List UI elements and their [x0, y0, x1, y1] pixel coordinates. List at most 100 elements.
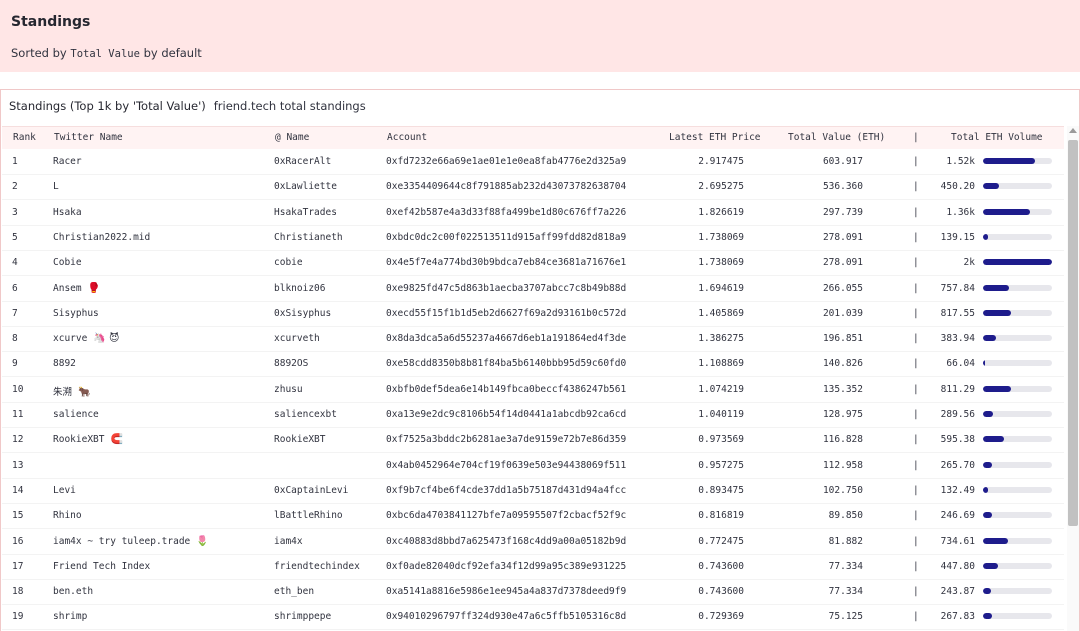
twitter-name-text: Christian2022.mid — [53, 231, 151, 243]
scroll-up-arrow-icon[interactable] — [1069, 128, 1077, 133]
col-header-rank[interactable]: Rank — [13, 132, 36, 143]
volume-bar-fill — [983, 284, 1010, 291]
twitter-name-text: xcurve — [53, 333, 88, 345]
table-caption-subtitle: friend.tech total standings — [213, 99, 366, 113]
table-row[interactable]: 7 Sisyphus 0xSisyphus 0xecd55f15f1b1d5eb2d6… — [2, 302, 1064, 327]
cell-eth-price: 0.893475 — [698, 484, 744, 496]
volume-bar-fill — [983, 461, 993, 468]
table-row[interactable]: 3 Hsaka HsakaTrades 0xef42b587e4a3d33f88fa4… — [2, 201, 1064, 226]
cell-rank: 4 — [12, 257, 18, 269]
twitter-name-emoji: 🧲 — [110, 434, 123, 446]
cell-rank: 1 — [12, 156, 18, 167]
twitter-name-text: Ansem — [53, 282, 82, 294]
table-row[interactable]: 18 ben.eth eth_ben 0xa5141a8816e5986e1ee945… — [2, 580, 1064, 606]
table-row[interactable]: 6 Ansem 🥊 blknoiz06 0xe9825fd47c5d863b1aecba… — [2, 277, 1064, 302]
table-row[interactable]: 17 Friend Tech Index friendtechindex 0xf0ad… — [2, 555, 1064, 580]
table-row[interactable]: 19 shrimp shrimppepe 0x94010296797ff324d930… — [2, 605, 1064, 631]
volume-bar-fill — [983, 588, 992, 595]
volume-bar-fill — [983, 208, 1030, 215]
cell-eth-price: 0.729369 — [698, 611, 744, 623]
volume-bar-track — [983, 486, 1052, 493]
cell-volume-label: 817.55 — [940, 307, 975, 319]
col-header-volume[interactable]: Total ETH Volume — [951, 132, 1043, 143]
cell-volume-label: 595.38 — [940, 434, 975, 446]
table-row[interactable]: 4 Cobie cobie 0x4e5f7e4a774bd30b9bdca7eb84c… — [2, 251, 1064, 277]
col-header-account[interactable]: Account — [387, 132, 427, 143]
cell-rank: 3 — [12, 206, 18, 218]
cell-account: 0xf9b7cf4be6f4cde37dd1a5b75187d431d94a4f… — [386, 484, 627, 496]
table-row[interactable]: 15 Rhino lBattleRhino 0xbc6da4703841127bfe7… — [2, 504, 1064, 530]
cell-separator: | — [913, 484, 919, 496]
table-row[interactable]: 12 RookieXBT 🧲 RookieXBT 0xf7525a3bddc2b6281… — [2, 428, 1064, 454]
cell-total-value: 603.917 — [822, 156, 863, 167]
cell-at-name: xcurveth — [274, 333, 320, 345]
cell-twitter-name: L — [53, 181, 59, 192]
cell-separator: | — [913, 358, 919, 370]
volume-bar-track — [983, 512, 1052, 519]
cell-at-name: friendtechindex — [274, 560, 360, 572]
subtitle-text-after: by default — [139, 46, 202, 60]
cell-account: 0x8da3dca5a6d55237a4667d6eb1a191864ed4f3… — [386, 333, 627, 345]
cell-rank: 19 — [12, 611, 24, 623]
col-header-twitter-name[interactable]: Twitter Name — [54, 132, 123, 143]
cell-eth-price: 1.074219 — [698, 383, 744, 395]
cell-account: 0xfd7232e66a69e1ae01e1e0ea8fab4776e2d325… — [386, 156, 627, 167]
table-row[interactable]: 11 salience saliencexbt 0xa13e9e2dc9c8106b5… — [2, 403, 1064, 428]
cell-eth-price: 0.743600 — [698, 560, 744, 572]
twitter-name-text: Racer — [53, 156, 82, 167]
cell-at-name: 0xCaptainLevi — [274, 484, 349, 496]
cell-twitter-name: Friend Tech Index — [53, 561, 150, 572]
cell-separator: | — [913, 383, 919, 395]
twitter-name-text: ben.eth — [53, 586, 94, 598]
cell-account: 0xf0ade82040dcf92efa34f12d99a95c389e9312… — [386, 560, 627, 572]
cell-twitter-name: Levi — [53, 485, 76, 496]
twitter-name-text: Rhino — [53, 510, 82, 522]
table-row[interactable]: 9 8892 8892OS 0xe58cdd8350b8b81f84ba5b6140b… — [2, 352, 1064, 378]
volume-bar-fill — [983, 613, 993, 620]
table-row[interactable]: 2 L 0xLawliette 0xe3354409644c8f791885ab232… — [2, 175, 1064, 201]
cell-volume-label: 757.84 — [940, 282, 975, 294]
cell-account: 0xbdc0dc2c00f022513511d915aff99fdd82d818… — [386, 231, 627, 243]
table-row[interactable]: 5 Christian2022.mid Christianeth 0xbdc0dc2c… — [2, 226, 1064, 251]
scrollbar-thumb[interactable] — [1068, 140, 1078, 526]
vertical-scrollbar[interactable] — [1067, 126, 1079, 631]
page-header: Standings Sorted by Total Value by defau… — [0, 0, 1080, 72]
twitter-name-emoji: 🦄 😈 — [93, 333, 120, 345]
table-row[interactable]: 10 朱溯 🐂 zhusu 0xbfb0def5dea6e14b149fbca0becc… — [2, 378, 1064, 403]
volume-bar-fill — [983, 259, 1052, 266]
cell-total-value: 196.851 — [822, 333, 863, 345]
cell-eth-price: 0.816819 — [698, 510, 744, 522]
cell-account: 0xf7525a3bddc2b6281ae3a7de9159e72b7e86d3… — [386, 434, 627, 446]
col-header-eth-price[interactable]: Latest ETH Price — [669, 132, 761, 143]
volume-bar-track — [983, 461, 1052, 468]
cell-total-value: 201.039 — [822, 307, 863, 319]
cell-volume-label: 450.20 — [940, 181, 975, 193]
col-header-total-value[interactable]: Total Value (ETH) — [788, 132, 885, 143]
table-row[interactable]: 8 xcurve 🦄 😈 xcurveth 0x8da3dca5a6d55237a466… — [2, 327, 1064, 353]
cell-rank: 5 — [12, 231, 18, 243]
volume-bar-fill — [983, 436, 1004, 443]
page-subtitle: Sorted by Total Value by default — [11, 46, 202, 60]
table-row[interactable]: 1 Racer 0xRacerAlt 0xfd7232e66a69e1ae01e1e0… — [2, 150, 1064, 175]
cell-at-name: blknoiz06 — [274, 282, 326, 294]
cell-separator: | — [913, 434, 919, 446]
cell-volume-label: 1.52k — [946, 156, 975, 167]
col-header-at-name[interactable]: @ Name — [275, 132, 309, 143]
table-row[interactable]: 16 iam4x ~ try tuleep.tradeiam4x ~ try tu… — [2, 530, 1064, 555]
cell-at-name: cobie — [274, 257, 303, 269]
volume-bar-fill — [983, 309, 1012, 316]
cell-total-value: 536.360 — [822, 181, 863, 193]
cell-separator: | — [913, 257, 919, 269]
cell-volume-label: 734.61 — [940, 535, 975, 547]
cell-rank: 14 — [12, 484, 24, 496]
table-row[interactable]: 14 Levi 0xCaptainLevi 0xf9b7cf4be6f4cde37dd… — [2, 479, 1064, 504]
cell-twitter-name: shrimp — [53, 611, 87, 622]
cell-volume-label: 132.49 — [940, 484, 975, 496]
table-row[interactable]: 13 0x4ab0452964e704cf19f0639e503e94438069… — [2, 454, 1064, 479]
cell-account: 0xbc6da4703841127bfe7a09595507f2cbacf52f… — [386, 510, 627, 522]
cell-twitter-name: xcurve 🦄 😈 — [53, 333, 119, 344]
cell-eth-price: 1.040119 — [698, 409, 744, 420]
twitter-name-text: 8892 — [53, 358, 76, 370]
cell-at-name: 0xSisyphus — [274, 307, 332, 319]
table-caption-title: Standings (Top 1k by 'Total Value') — [9, 99, 206, 113]
